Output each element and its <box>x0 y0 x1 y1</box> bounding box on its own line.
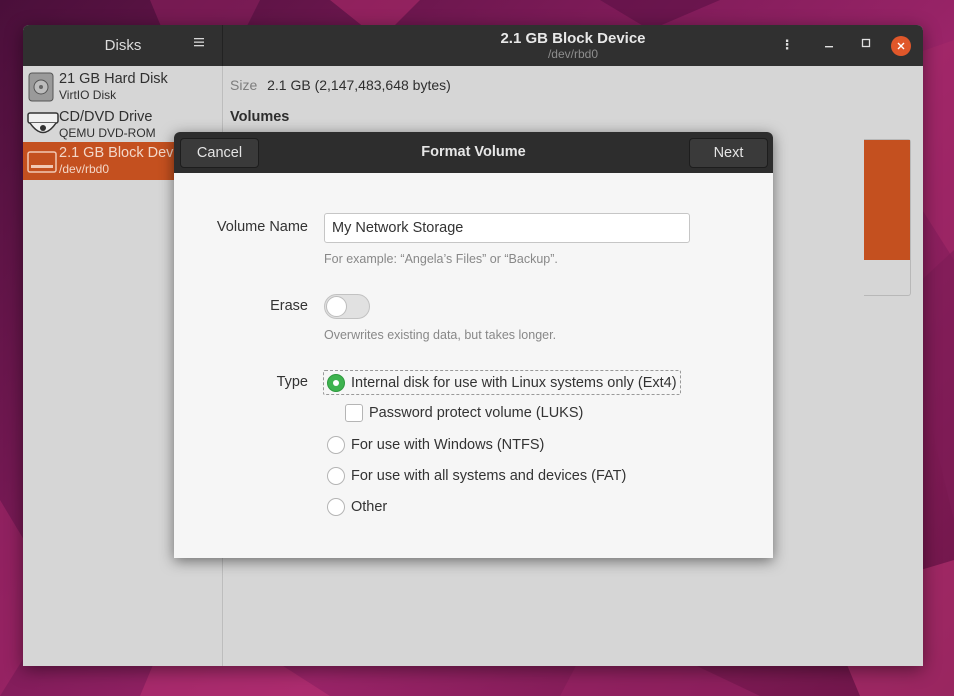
minimize-icon[interactable] <box>820 37 838 55</box>
type-label: Type <box>276 374 308 390</box>
erase-hint: Overwrites existing data, but takes long… <box>324 328 557 342</box>
radio-icon <box>327 497 345 516</box>
volume-name-hint: For example: “Angela’s Files” or “Backup… <box>324 252 558 266</box>
device-subtitle: /dev/rbd0 <box>547 47 599 61</box>
size-value: 2.1 GB (2,147,483,648 bytes) <box>267 77 451 93</box>
option-label: Other <box>351 498 388 515</box>
disk-model: QEMU DVD-ROM <box>59 126 156 140</box>
radio-checked-icon <box>327 373 345 392</box>
block-device-icon <box>27 146 57 176</box>
erase-label: Erase <box>270 298 308 314</box>
maximize-icon[interactable] <box>857 37 875 55</box>
size-row: Size 2.1 GB (2,147,483,648 bytes) <box>230 77 451 93</box>
disk-name: CD/DVD Drive <box>59 109 153 125</box>
dialog-title: Format Volume <box>421 144 526 160</box>
sidebar-header: Disks <box>23 25 223 66</box>
close-icon[interactable] <box>891 36 911 56</box>
disk-model: /dev/rbd0 <box>59 162 110 176</box>
volume-partition[interactable] <box>864 140 910 260</box>
disk-name: 2.1 GB Block Devi <box>59 145 177 161</box>
option-label: For use with all systems and devices (FA… <box>351 467 627 484</box>
type-option-ext4[interactable]: Internal disk for use with Linux systems… <box>323 370 681 395</box>
dialog-header: Cancel Format Volume Next <box>174 132 773 173</box>
option-label: Internal disk for use with Linux systems… <box>351 374 677 391</box>
disk-name: 21 GB Hard Disk <box>59 71 168 87</box>
content-header: 2.1 GB Block Device /dev/rbd0 ⋮ <box>223 25 923 66</box>
type-option-other[interactable]: Other <box>324 494 387 519</box>
volume-map <box>864 139 911 296</box>
volume-name-label: Volume Name <box>216 219 308 235</box>
radio-icon <box>327 435 345 454</box>
volume-name-input[interactable]: My Network Storage <box>324 213 690 243</box>
toggle-knob <box>326 296 347 317</box>
type-option-fat[interactable]: For use with all systems and devices (FA… <box>324 463 626 488</box>
option-label: Password protect volume (LUKS) <box>369 405 584 421</box>
disk-item-hard-disk[interactable]: 21 GB Hard Disk VirtIO Disk <box>23 68 223 106</box>
checkbox-icon <box>345 404 363 422</box>
luks-option[interactable]: Password protect volume (LUKS) <box>345 402 583 424</box>
drive-options-menu-icon[interactable]: ⋮ <box>778 37 796 55</box>
option-label: For use with Windows (NTFS) <box>351 436 545 453</box>
format-volume-dialog: Cancel Format Volume Next Volume Name My… <box>174 132 773 558</box>
volumes-heading: Volumes <box>230 109 290 125</box>
optical-drive-icon <box>27 110 59 140</box>
erase-toggle[interactable] <box>324 294 370 319</box>
type-option-ntfs[interactable]: For use with Windows (NTFS) <box>324 432 544 457</box>
radio-icon <box>327 466 345 485</box>
hamburger-menu-icon[interactable] <box>193 36 209 52</box>
size-label: Size <box>230 77 258 93</box>
disk-model: VirtIO Disk <box>59 88 117 102</box>
device-title: 2.1 GB Block Device <box>500 30 646 47</box>
hard-disk-icon <box>27 72 57 102</box>
header-bar: Disks 2.1 GB Block Device /dev/rbd0 ⋮ <box>23 25 923 66</box>
next-button[interactable]: Next <box>689 138 768 168</box>
